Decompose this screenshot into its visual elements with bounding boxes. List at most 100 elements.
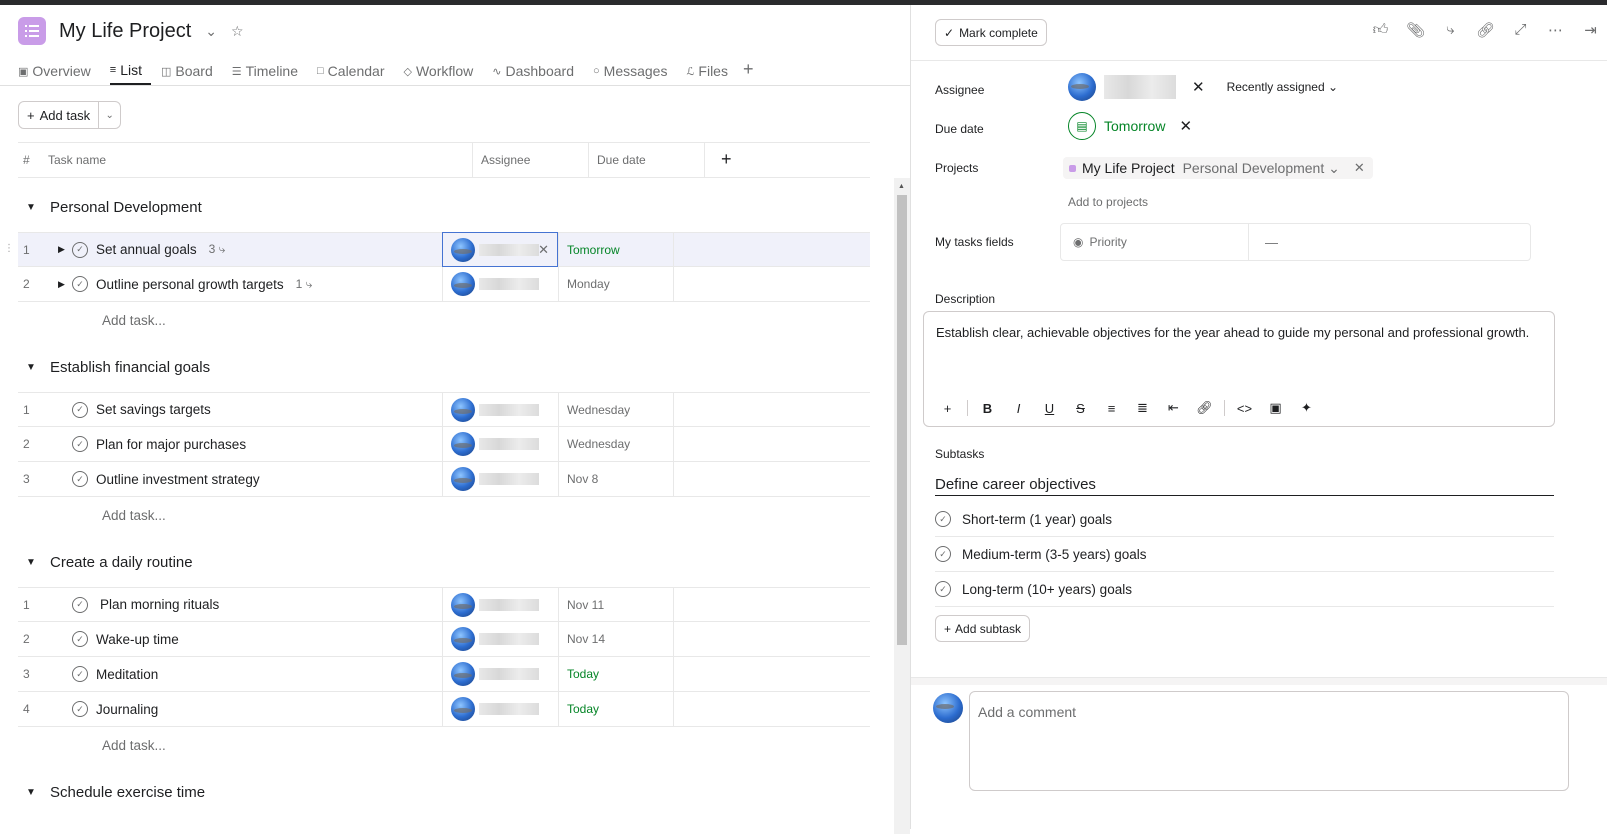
tab-workflow[interactable]: ◇ Workflow [404, 57, 483, 85]
close-icon[interactable]: ✕ [1192, 78, 1205, 96]
underline-icon[interactable]: U [1034, 401, 1065, 416]
task-name[interactable]: Outline personal growth targets [96, 277, 284, 292]
complete-check-icon[interactable]: ✓ [72, 471, 88, 487]
subtask-section-heading[interactable]: Define career objectives [935, 476, 1554, 496]
tab-messages[interactable]: ○ Messages [593, 57, 676, 85]
add-column-icon[interactable]: + [704, 142, 870, 178]
task-name[interactable]: Outline investment strategy [96, 472, 260, 487]
task-name[interactable]: Plan morning rituals [100, 597, 219, 612]
collapse-triangle-icon[interactable]: ▼ [18, 202, 50, 213]
tab-files[interactable]: ℒ Files [686, 57, 737, 85]
close-pane-icon[interactable]: ⇥ [1573, 21, 1607, 39]
table-row[interactable]: 1 ▶ ✓ Set annual goals 3 ⤷ ✕ Tomorrow [18, 232, 870, 267]
tab-calendar[interactable]: □ Calendar [317, 57, 393, 85]
expand-subtasks-icon[interactable]: ▶ [58, 279, 72, 290]
indent-icon[interactable]: ⇤ [1158, 400, 1189, 416]
due-date-field[interactable]: ▤ Tomorrow ✕ [1068, 112, 1192, 140]
col-due-date[interactable]: Due date [588, 142, 704, 178]
expand-icon[interactable]: ⤢ [1503, 21, 1538, 39]
complete-check-icon[interactable]: ✓ [72, 631, 88, 647]
complete-check-icon[interactable]: ✓ [72, 701, 88, 717]
ai-sparkle-icon[interactable]: ✦ [1291, 400, 1322, 416]
bold-icon[interactable]: B [972, 401, 1003, 416]
strikethrough-icon[interactable]: S [1065, 401, 1096, 416]
comment-input[interactable]: Add a comment [969, 691, 1569, 791]
complete-check-icon[interactable]: ✓ [72, 666, 88, 682]
tab-overview[interactable]: ▣ Overview [18, 57, 100, 85]
due-date-cell[interactable]: Nov 14 [558, 621, 674, 657]
assignee-cell[interactable] [442, 266, 558, 302]
collapse-triangle-icon[interactable]: ▼ [18, 557, 50, 568]
complete-check-icon[interactable]: ✓ [935, 581, 951, 597]
collapse-triangle-icon[interactable]: ▼ [18, 787, 50, 798]
subtask-item[interactable]: ✓ Short-term (1 year) goals [935, 502, 1554, 537]
close-icon[interactable]: ✕ [1179, 117, 1192, 135]
code-icon[interactable]: <> [1229, 401, 1260, 416]
section-header[interactable]: ▼ Create a daily routine [18, 545, 870, 579]
close-icon[interactable]: ✕ [538, 242, 549, 258]
task-name[interactable]: Wake-up time [96, 632, 179, 647]
bullet-list-icon[interactable]: ≡ [1096, 401, 1127, 416]
plus-icon[interactable]: + [932, 401, 963, 416]
link-icon[interactable]: 🔗︎ [1189, 400, 1220, 416]
due-date-cell[interactable]: Wednesday [558, 392, 674, 427]
assignee-cell[interactable] [442, 656, 558, 692]
add-to-projects-link[interactable]: Add to projects [1068, 195, 1148, 209]
assignee-cell[interactable] [442, 461, 558, 497]
add-subtask-button[interactable]: + Add subtask [935, 615, 1031, 642]
col-assignee[interactable]: Assignee [472, 142, 588, 178]
task-name[interactable]: Meditation [96, 667, 158, 682]
tab-dashboard[interactable]: ∿ Dashboard [492, 57, 583, 85]
assignee-cell[interactable] [442, 426, 558, 462]
due-date-cell[interactable]: Nov 8 [558, 461, 674, 497]
due-date-cell[interactable]: Monday [558, 266, 674, 302]
subtask-item[interactable]: ✓ Long-term (10+ years) goals [935, 572, 1554, 607]
complete-check-icon[interactable]: ✓ [72, 241, 88, 258]
table-row[interactable]: 2 ✓ Wake-up time Nov 14 [18, 621, 870, 657]
section-header[interactable]: ▼ Personal Development [18, 190, 870, 224]
complete-check-icon[interactable]: ✓ [72, 436, 88, 452]
complete-check-icon[interactable]: ✓ [72, 276, 88, 292]
assignee-cell[interactable] [442, 392, 558, 427]
table-row[interactable]: 3 ✓ Meditation Today [18, 656, 870, 692]
section-header[interactable]: ▼ Establish financial goals [18, 350, 870, 384]
table-row[interactable]: 2 ▶ ✓ Outline personal growth targets 1 … [18, 266, 870, 302]
project-title[interactable]: My Life Project [59, 20, 191, 43]
complete-check-icon[interactable]: ✓ [935, 511, 951, 527]
subtask-icon[interactable]: ⤷ [1433, 21, 1468, 39]
task-name[interactable]: Journaling [96, 702, 158, 717]
assignee-cell[interactable]: ✕ [442, 232, 558, 267]
attachment-icon[interactable]: 📎︎ [1398, 21, 1433, 39]
add-task-inline[interactable]: Add task... [102, 313, 166, 328]
tab-list[interactable]: ≡ List [109, 57, 151, 85]
task-name[interactable]: Set annual goals [96, 242, 197, 257]
subtask-item[interactable]: ✓ Medium-term (3-5 years) goals [935, 537, 1554, 572]
scroll-up-icon[interactable]: ▲ [898, 183, 905, 190]
chevron-down-icon[interactable]: ⌄ [205, 23, 217, 40]
subtask-count[interactable]: 3 ⤷ [209, 242, 226, 257]
project-list-icon[interactable] [18, 17, 46, 45]
description-text[interactable]: Establish clear, achievable objectives f… [936, 322, 1536, 344]
add-task-button[interactable]: + Add task [18, 101, 100, 129]
recently-assigned-dropdown[interactable]: Recently assigned ⌄ [1227, 80, 1338, 94]
complete-check-icon[interactable]: ✓ [935, 546, 951, 562]
project-pill[interactable]: My Life Project Personal Development ⌄ ✕ [1063, 157, 1373, 179]
add-task-dropdown[interactable]: ⌄ [99, 101, 122, 129]
expand-subtasks-icon[interactable]: ▶ [58, 244, 72, 255]
tab-board[interactable]: ◫ Board [161, 57, 222, 85]
due-date-cell[interactable]: Nov 11 [558, 587, 674, 622]
due-date-cell[interactable]: Tomorrow [558, 232, 674, 267]
add-task-inline[interactable]: Add task... [102, 738, 166, 753]
col-task-name[interactable]: Task name [48, 153, 472, 167]
link-icon[interactable]: 🔗︎ [1468, 21, 1503, 39]
tab-timeline[interactable]: ☰ Timeline [232, 57, 307, 85]
collapse-triangle-icon[interactable]: ▼ [18, 362, 50, 373]
assignee-cell[interactable] [442, 621, 558, 657]
assignee-cell[interactable] [442, 587, 558, 622]
close-icon[interactable]: ✕ [1354, 160, 1365, 176]
numbered-list-icon[interactable]: ≣ [1127, 400, 1158, 416]
more-icon[interactable]: ⋯ [1538, 21, 1573, 39]
due-date-cell[interactable]: Today [558, 691, 674, 727]
code-block-icon[interactable]: ▣ [1260, 400, 1291, 416]
add-task-inline[interactable]: Add task... [102, 508, 166, 523]
